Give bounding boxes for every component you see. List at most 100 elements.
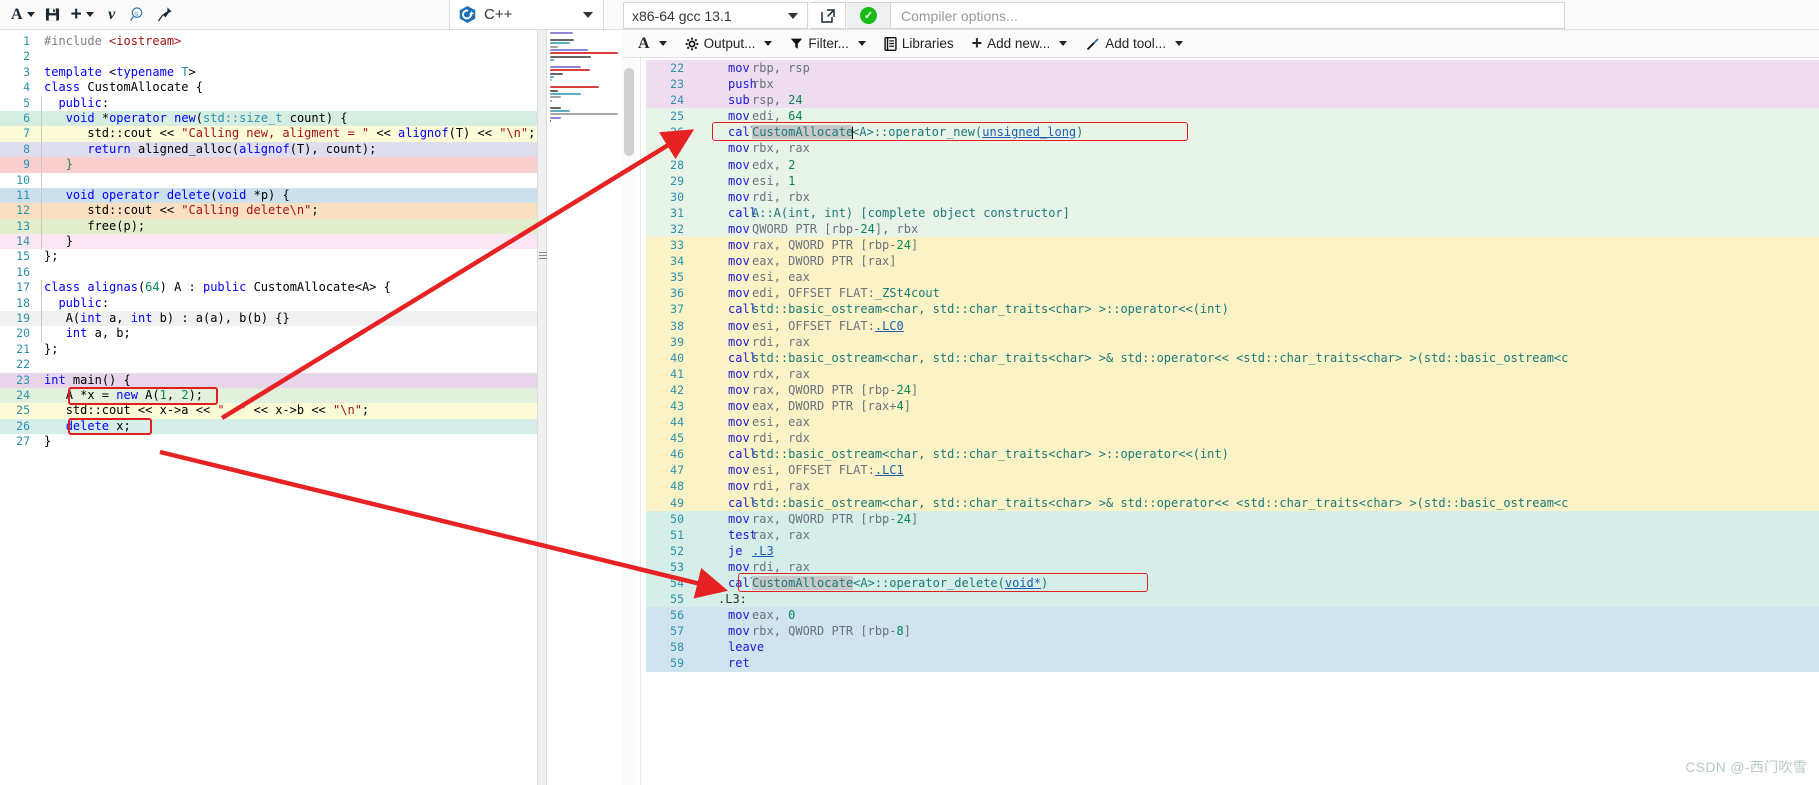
source-line[interactable]: 22 (0, 357, 537, 373)
assembly-output-pane[interactable]: A Output... Filter... Libraries + Add ne… (622, 30, 1819, 785)
assembly-row[interactable]: 23 pushrbx (646, 76, 1819, 93)
assembly-row[interactable]: 35 mov esi, eax (646, 269, 1819, 286)
assembly-scrollbar[interactable] (622, 58, 636, 785)
assembly-line-number: 31 (670, 205, 684, 220)
output-button[interactable]: Output... (677, 32, 781, 56)
assembly-row[interactable]: 56 mov eax, 0 (646, 607, 1819, 624)
source-line[interactable]: 19 A(int a, int b) : a(a), b(b) {} (0, 311, 537, 327)
add-tool-button[interactable]: Add tool... (1077, 32, 1191, 56)
assembly-row[interactable]: 45 mov rdi, rdx (646, 430, 1819, 447)
source-line[interactable]: 10 (0, 172, 537, 188)
pin-button[interactable] (152, 2, 179, 28)
source-minimap[interactable] (547, 30, 622, 785)
assembly-row[interactable]: 52 je .L3 (646, 542, 1819, 559)
pane-splitter[interactable] (537, 30, 547, 785)
assembly-line-number: 58 (670, 640, 684, 655)
source-code-lines[interactable]: 1 #include <iostream> 2 3 template <typename… (0, 34, 537, 450)
splitter-grip[interactable] (539, 250, 547, 264)
assembly-row[interactable]: 32 mov QWORD PTR [rbp-24], rbx (646, 220, 1819, 238)
assembly-row[interactable]: 34 mov eax, DWORD PTR [rax] (646, 253, 1819, 270)
source-line[interactable]: 14 } (0, 234, 537, 250)
assembly-row[interactable]: 29 mov esi, 1 (646, 172, 1819, 189)
assembly-row[interactable]: 46 callstd::basic_ostream<char, std::char… (646, 446, 1819, 463)
assembly-row[interactable]: 27 mov rbx, rax (646, 140, 1819, 157)
assembly-row[interactable]: 37 callstd::basic_ostream<char, std::char… (646, 301, 1819, 318)
assembly-operands: rsp, 24 (752, 93, 803, 108)
source-line[interactable]: 12 std::cout << "Calling delete\n"; (0, 203, 537, 219)
assembly-row[interactable]: 42 mov rax, QWORD PTR [rbp-24] (646, 381, 1819, 398)
source-editor-pane[interactable]: 1 #include <iostream> 2 3 template <typename… (0, 30, 537, 785)
assembly-row[interactable]: 28 mov edx, 2 (646, 156, 1819, 173)
assembly-row[interactable]: 38 mov esi, OFFSET FLAT:.LC0 (646, 317, 1819, 334)
assembly-row[interactable]: 57 mov rbx, QWORD PTR [rbp-8] (646, 623, 1819, 640)
assembly-row[interactable]: 58 leave (646, 639, 1819, 656)
source-line[interactable]: 1 #include <iostream> (0, 34, 537, 50)
assembly-row[interactable]: 24 sub rsp, 24 (646, 92, 1819, 109)
assembly-row[interactable]: 31 callA::A(int, int) [complete object co… (646, 204, 1819, 221)
source-line[interactable]: 24 A *x = new A(1, 2); (0, 387, 537, 404)
search-button[interactable]: Q (125, 2, 152, 28)
source-line[interactable]: 23 int main() { (0, 372, 537, 388)
assembly-row[interactable]: 54 callCustomAllocate<A>::operator_delete… (646, 575, 1819, 592)
assembly-row[interactable]: 22 mov rbp, rsp (646, 60, 1819, 77)
assembly-row[interactable]: 33 mov rax, QWORD PTR [rbp-24] (646, 237, 1819, 254)
assembly-row[interactable]: 26 callCustomAllocate<A>::operator_new(un… (646, 124, 1819, 141)
assembly-row[interactable]: 41 mov rdx, rax (646, 365, 1819, 382)
add-new-button[interactable]: + Add new... (964, 32, 1076, 56)
language-select[interactable]: C++ (449, 0, 604, 30)
assembly-rows[interactable]: 22 mov rbp, rsp 23 pushrbx 24 sub rsp, 24 25 mov e… (646, 60, 1819, 672)
source-line[interactable]: 25 std::cout << x->a << ", " << x->b << … (0, 403, 537, 419)
source-line-number: 2 (23, 49, 30, 64)
save-button[interactable] (40, 2, 66, 28)
assembly-code-area[interactable]: 22 mov rbp, rsp 23 pushrbx 24 sub rsp, 24 25 mov e… (622, 58, 1819, 785)
source-line[interactable]: 6 void *operator new(std::size_t count) … (0, 110, 537, 127)
asm-font-button[interactable]: A (630, 32, 675, 56)
assembly-row[interactable]: 44 mov esi, eax (646, 414, 1819, 431)
source-line[interactable]: 18 public: (0, 295, 537, 312)
assembly-mnemonic: call (728, 125, 757, 140)
assembly-row[interactable]: 39 mov rdi, rax (646, 333, 1819, 350)
assembly-row[interactable]: 55 .L3: (646, 591, 1819, 608)
assembly-row[interactable]: 25 mov edi, 64 (646, 108, 1819, 125)
open-external-button[interactable] (810, 2, 846, 29)
assembly-operands: rdi, rbx (752, 189, 810, 204)
assembly-row[interactable]: 43 mov eax, DWORD PTR [rax+4] (646, 397, 1819, 415)
add-button[interactable]: + (66, 2, 99, 28)
source-line-text: } (44, 434, 52, 449)
compiler-select[interactable]: x86-64 gcc 13.1 (623, 2, 808, 29)
assembly-mnemonic: mov (728, 141, 750, 156)
assembly-mnemonic: leave (728, 640, 765, 655)
assembly-row[interactable]: 51 testrax, rax (646, 526, 1819, 543)
assembly-row[interactable]: 30 mov rdi, rbx (646, 188, 1819, 205)
source-line[interactable]: 7 std::cout << "Calling new, aligment = … (0, 126, 537, 142)
assembly-scrollbar-thumb[interactable] (624, 68, 634, 156)
assembly-row[interactable]: 49 callstd::basic_ostream<char, std::char… (646, 494, 1819, 511)
source-line[interactable]: 5 public: (0, 95, 537, 111)
assembly-row[interactable]: 50 mov rax, QWORD PTR [rbp-24] (646, 510, 1819, 527)
source-line[interactable]: 4 class CustomAllocate { (0, 80, 537, 96)
libraries-button[interactable]: Libraries (876, 32, 962, 56)
source-line[interactable]: 2 (0, 49, 537, 65)
assembly-row[interactable]: 47 mov esi, OFFSET FLAT:.LC1 (646, 462, 1819, 479)
compiler-options-input[interactable]: Compiler options... (891, 2, 1565, 29)
assembly-row[interactable]: 53 mov rdi, rax (646, 558, 1819, 575)
font-size-button[interactable]: A (6, 2, 40, 28)
assembly-row[interactable]: 48 mov rdi, rax (646, 478, 1819, 495)
source-line[interactable]: 3 template <typename T> (0, 64, 537, 81)
source-line[interactable]: 15}; (0, 249, 537, 265)
source-line[interactable]: 20 int a, b; (0, 326, 537, 342)
source-line[interactable]: 27} (0, 434, 537, 450)
source-line[interactable]: 9 } (0, 157, 537, 173)
assembly-row[interactable]: 36 mov edi, OFFSET FLAT:_ZSt4cout (646, 285, 1819, 302)
filter-button[interactable]: Filter... (782, 32, 874, 56)
assembly-row[interactable]: 59 ret (646, 655, 1819, 672)
vim-mode-button[interactable]: v (99, 2, 125, 28)
source-line[interactable]: 8 return aligned_alloc(alignof(T), count… (0, 141, 537, 158)
source-line[interactable]: 11 void operator delete(void *p) { (0, 187, 537, 204)
source-line[interactable]: 16 (0, 264, 537, 281)
source-line[interactable]: 17 class alignas(64) A : public CustomAll… (0, 280, 537, 296)
source-line[interactable]: 26 delete x; (0, 418, 537, 435)
source-line[interactable]: 13 free(p); (0, 218, 537, 235)
source-line[interactable]: 21}; (0, 341, 537, 358)
assembly-row[interactable]: 40 callstd::basic_ostream<char, std::char… (646, 349, 1819, 366)
